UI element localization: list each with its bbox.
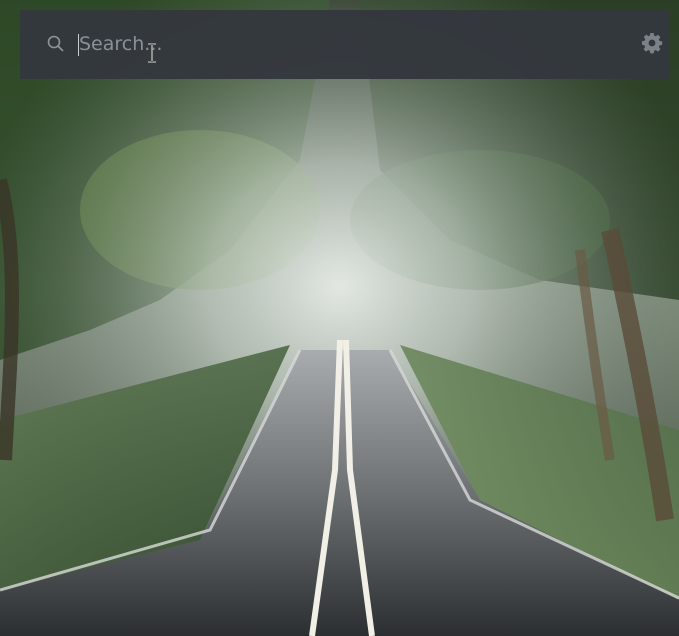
search-icon [47,35,64,52]
search-bar [20,10,670,79]
settings-button[interactable] [640,31,664,55]
text-caret [78,34,79,56]
desktop-wallpaper [0,0,679,636]
search-input[interactable] [76,30,639,58]
text-cursor-icon [148,43,156,63]
gear-icon [642,33,663,54]
